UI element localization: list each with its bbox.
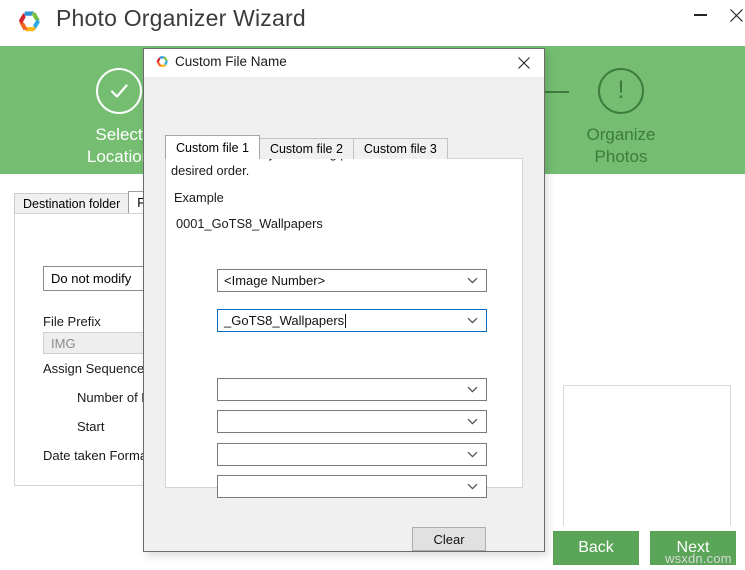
dialog-title: Custom File Name [175, 54, 287, 69]
clear-button[interactable]: Clear [412, 527, 486, 551]
dialog-close-button[interactable] [508, 50, 540, 76]
name-part-dropdown-5[interactable] [217, 443, 487, 466]
hexagon-ring-logo-icon [12, 9, 42, 39]
watermark: wsxdn.com [665, 551, 732, 566]
name-part-dropdown-4[interactable] [217, 410, 487, 433]
dialog-body: Custom file 1 Custom file 2 Custom file … [144, 77, 544, 551]
name-part-dropdown-6[interactable] [217, 475, 487, 498]
wizard-step-label: Organize Photos [586, 125, 656, 166]
tab-custom-file-1[interactable]: Custom file 1 [165, 135, 260, 159]
tab-custom-file-2[interactable]: Custom file 2 [258, 138, 354, 159]
close-icon [518, 57, 530, 69]
custom-file-name-dialog: Custom File Name Custom file 1 Custom fi… [143, 48, 545, 552]
minimize-icon [693, 14, 707, 16]
close-icon [729, 8, 743, 22]
chevron-down-icon [467, 310, 478, 331]
window-titlebar: Photo Organizer Wizard [0, 0, 745, 46]
start-label: Start [77, 419, 105, 434]
app-root: Photo Organizer Wizard Select Location !… [0, 0, 745, 570]
tab-destination-folder[interactable]: Destination folder [14, 193, 130, 214]
chevron-down-icon [467, 444, 478, 465]
close-button[interactable] [718, 0, 745, 30]
name-part-dropdown-1[interactable]: <Image Number> [217, 269, 487, 292]
dialog-titlebar: Custom File Name [144, 49, 544, 77]
back-button[interactable]: Back [553, 531, 639, 565]
name-part-value-1: <Image Number> [224, 273, 326, 288]
hexagon-ring-logo-icon [153, 55, 169, 71]
chevron-down-icon [467, 476, 478, 497]
chevron-down-icon [467, 270, 478, 291]
exclamation-circle-icon: ! [598, 68, 644, 114]
chevron-down-icon [467, 411, 478, 432]
text-caret [345, 313, 347, 328]
file-prefix-label: File Prefix [43, 314, 101, 329]
example-value: 0001_GoTS8_Wallpapers [176, 216, 323, 231]
name-part-dropdown-3[interactable] [217, 378, 487, 401]
tab-custom-file-3[interactable]: Custom file 3 [352, 138, 448, 159]
page-title: Photo Organizer Wizard [56, 5, 306, 31]
minimize-button[interactable] [682, 0, 718, 30]
name-part-value-2: _GoTS8_Wallpapers [224, 313, 345, 328]
name-part-dropdown-2[interactable]: _GoTS8_Wallpapers [217, 309, 487, 332]
chevron-down-icon [467, 379, 478, 400]
date-taken-format-label: Date taken Format [43, 448, 151, 463]
wizard-step-organize-photos[interactable]: ! Organize Photos [546, 68, 696, 168]
example-label: Example [174, 190, 224, 205]
dialog-tabstrip: Custom file 1 Custom file 2 Custom file … [165, 135, 448, 159]
check-circle-icon [96, 68, 142, 114]
